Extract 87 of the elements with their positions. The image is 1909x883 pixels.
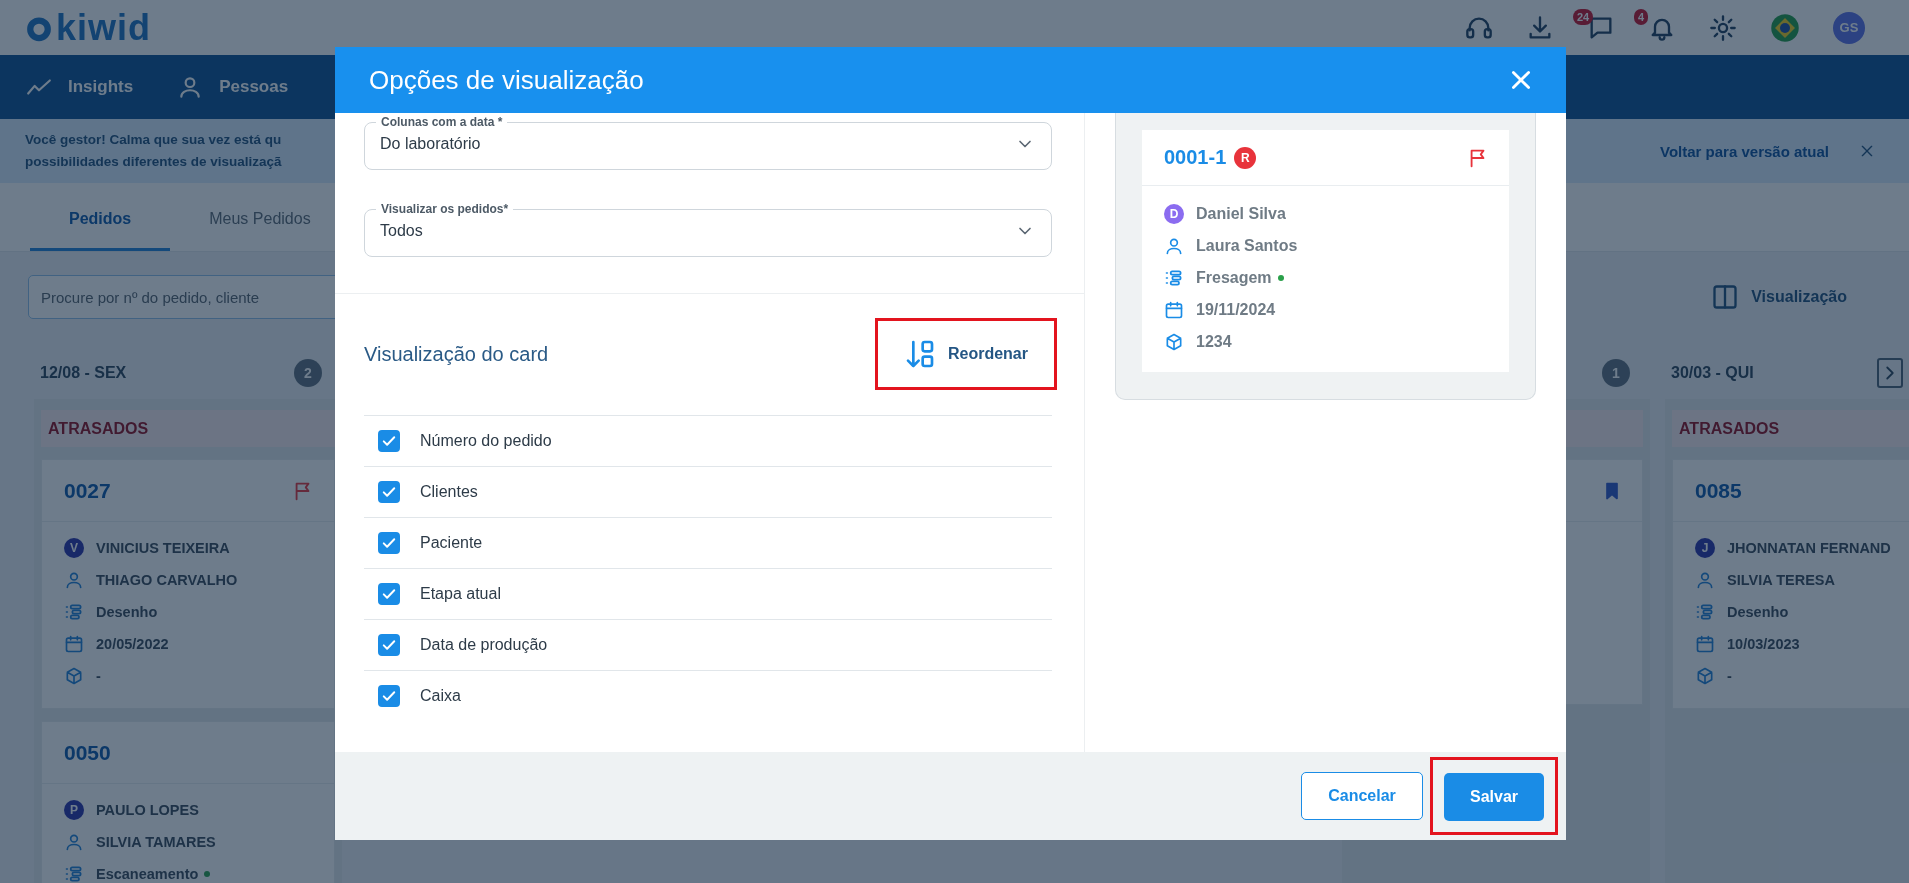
- card-field: 1234: [1196, 333, 1232, 351]
- calendar-icon: [1164, 300, 1184, 320]
- client-avatar: J: [1695, 538, 1715, 558]
- banner-text: Você gestor! Calma que sua vez está qu: [25, 131, 282, 149]
- order-card[interactable]: 0050 P PAULO LOPES SILVIA TAMARES Escaneamento: [41, 721, 335, 883]
- client-avatar: D: [1164, 204, 1184, 224]
- country-flag-icon[interactable]: [1770, 12, 1800, 43]
- checkbox-label: Caixa: [420, 687, 461, 705]
- card-field: Fresagem: [1196, 269, 1272, 287]
- card-field: PAULO LOPES: [96, 802, 199, 818]
- logo: kiwid: [56, 9, 152, 46]
- reorder-button[interactable]: Reordenar: [889, 330, 1042, 378]
- card-field: SILVIA TERESA: [1727, 572, 1835, 588]
- card-field: Laura Santos: [1196, 237, 1298, 255]
- tab[interactable]: Pedidos: [30, 183, 171, 251]
- order-number: 0085: [1695, 478, 1742, 503]
- count-badge: 4: [1634, 8, 1649, 25]
- checkbox-label: Paciente: [420, 534, 483, 552]
- count-badge: 1: [1602, 359, 1630, 387]
- cube-icon: [1695, 666, 1715, 686]
- cube-icon: [64, 666, 84, 686]
- card-field: -: [96, 668, 101, 684]
- checkbox-label: Etapa atual: [420, 585, 501, 603]
- card-field: VINICIUS TEIXEIRA: [96, 540, 230, 556]
- card-field: 19/11/2024: [1196, 301, 1276, 319]
- checkbox-label: Clientes: [420, 483, 478, 501]
- column-date: 30/03 - QUI: [1671, 364, 1754, 382]
- nav-item[interactable]: Insights: [26, 74, 134, 100]
- section-label: ATRASADOS: [48, 419, 149, 438]
- count-badge: 24: [1573, 8, 1594, 25]
- list-icon: [1164, 268, 1184, 288]
- client-avatar: V: [64, 538, 84, 558]
- cube-icon: [1164, 332, 1184, 352]
- banner-text: possibilidades diferentes de visualizaçã: [25, 153, 282, 171]
- checkbox[interactable]: [378, 532, 400, 554]
- person-icon: [1695, 570, 1715, 590]
- calendar-icon: [1695, 634, 1715, 654]
- order-card[interactable]: 0027 V VINICIUS TEIXEIRA THIAGO CARVALHO Desenho 20/05/2022 -: [41, 459, 335, 709]
- order-number: 0027: [64, 478, 111, 503]
- checkbox[interactable]: [378, 685, 400, 707]
- card-field: Desenho: [1727, 604, 1789, 620]
- person-icon: [64, 570, 84, 590]
- section-label: ATRASADOS: [1679, 419, 1780, 438]
- card-field: Desenho: [96, 604, 158, 620]
- card-field: Escaneamento: [96, 866, 199, 882]
- nav-item[interactable]: Pessoas: [177, 74, 289, 100]
- client-avatar: P: [64, 800, 84, 820]
- settings-icon[interactable]: [1709, 13, 1737, 42]
- section-title: Visualização do card: [364, 342, 549, 366]
- save-button[interactable]: Salvar: [1444, 773, 1544, 821]
- order-card[interactable]: 0001-1 R D Daniel Silva Laura Santos Fresagem 19/11/2024 1234: [1142, 130, 1509, 372]
- checkbox-label: Data de produção: [420, 636, 548, 654]
- calendar-icon: [64, 634, 84, 654]
- cancel-button[interactable]: Cancelar: [1301, 772, 1423, 820]
- count-badge: 2: [294, 359, 322, 387]
- order-number: 0050: [64, 740, 111, 765]
- view-button[interactable]: Visualização: [1711, 283, 1847, 311]
- back-link[interactable]: Voltar para versão atual: [1660, 142, 1829, 160]
- card-field: -: [1727, 668, 1732, 684]
- list-icon: [64, 602, 84, 622]
- list-icon: [1695, 602, 1715, 622]
- dropdown-field[interactable]: Colunas com a data * Do laboratório: [364, 115, 1052, 170]
- card-field: 10/03/2023: [1727, 636, 1800, 652]
- card-field: Daniel Silva: [1196, 205, 1286, 223]
- status-badge: R: [1234, 146, 1257, 169]
- close-icon[interactable]: [1859, 143, 1875, 159]
- person-icon: [1164, 236, 1184, 256]
- column-date: 12/08 - SEX: [40, 364, 127, 382]
- next-arrow-button[interactable]: [1877, 358, 1903, 388]
- columns-icon: [1711, 283, 1740, 311]
- card-field: SILVIA TAMARES: [96, 834, 216, 850]
- dialog-title: Opções de visualização: [369, 64, 644, 96]
- card-field: JHONNATAN FERNAND: [1727, 540, 1891, 556]
- checkbox[interactable]: [378, 430, 400, 452]
- checkbox[interactable]: [378, 634, 400, 656]
- order-number: 0001-1: [1164, 146, 1227, 169]
- checkbox-label: Número do pedido: [420, 432, 552, 450]
- list-icon: [64, 864, 84, 883]
- checkbox[interactable]: [378, 481, 400, 503]
- user-avatar[interactable]: GS: [1833, 11, 1865, 44]
- order-card[interactable]: 0085 J JHONNATAN FERNAND SILVIA TERESA Desenho 10/03/2023 -: [1672, 459, 1909, 709]
- tab[interactable]: Meus Pedidos: [170, 183, 350, 251]
- checkbox[interactable]: [378, 583, 400, 605]
- person-icon: [64, 832, 84, 852]
- dropdown-field[interactable]: Visualizar os pedidos* Todos: [364, 202, 1052, 257]
- card-field: THIAGO CARVALHO: [96, 572, 238, 588]
- card-field: 20/05/2022: [96, 636, 169, 652]
